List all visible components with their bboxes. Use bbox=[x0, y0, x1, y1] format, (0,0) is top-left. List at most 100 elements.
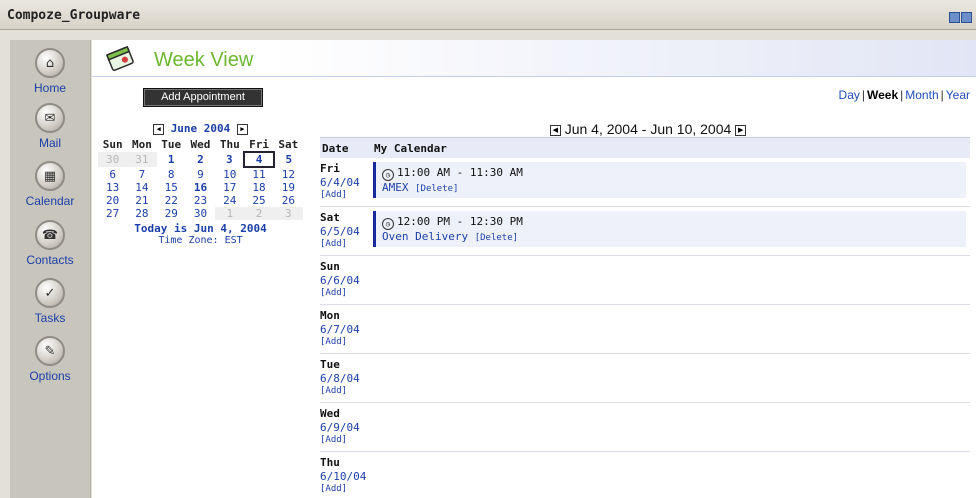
calendar-day[interactable]: 23 bbox=[186, 194, 215, 207]
weekday-header: Tue bbox=[161, 138, 182, 151]
calendar-header-icon bbox=[106, 45, 134, 71]
calendar-day[interactable]: 29 bbox=[157, 207, 186, 220]
nav-options-label: Options bbox=[29, 369, 71, 383]
calendar-day-today[interactable]: 4 bbox=[243, 151, 275, 168]
day-name: Wed bbox=[320, 407, 340, 420]
weekday-header: Sun bbox=[102, 138, 123, 151]
nav-home[interactable]: ⌂ Home bbox=[10, 48, 90, 95]
main-content: Week View Add Appointment Day | Week | Month… bbox=[92, 40, 976, 498]
prev-week-icon[interactable]: ◀ bbox=[549, 124, 561, 136]
day-date-link[interactable]: 6/4/04 bbox=[320, 176, 360, 189]
day-view-link[interactable]: Day bbox=[839, 88, 860, 102]
nav-mail[interactable]: ✉ Mail bbox=[10, 103, 90, 150]
calendar-day[interactable]: 13 bbox=[98, 181, 127, 194]
calendar-day[interactable]: 30 bbox=[98, 152, 128, 167]
calendar-day[interactable]: 21 bbox=[127, 194, 156, 207]
day-name: Thu bbox=[320, 456, 340, 469]
month-view-link[interactable]: Month bbox=[905, 88, 938, 102]
day-date-link[interactable]: 6/6/04 bbox=[320, 274, 360, 287]
calendar-day[interactable]: 2 bbox=[186, 152, 215, 167]
calendar-day[interactable]: 15 bbox=[157, 181, 186, 194]
restore-window-icon[interactable] bbox=[949, 12, 960, 23]
calendar-day[interactable]: 6 bbox=[98, 167, 127, 181]
calendar-day[interactable]: 8 bbox=[157, 167, 186, 181]
calendar-day[interactable]: 9 bbox=[186, 167, 215, 181]
add-appointment-button[interactable]: Add Appointment bbox=[143, 88, 263, 107]
calendar-day[interactable]: 7 bbox=[127, 167, 156, 181]
next-month-icon[interactable]: ▶ bbox=[236, 123, 248, 135]
nav-calendar-label: Calendar bbox=[25, 194, 75, 208]
day-row: Fri 6/4/04 [Add] ◷ 11:00 AM - 11:30 AM AM… bbox=[320, 158, 970, 207]
calendar-day[interactable]: 20 bbox=[98, 194, 127, 207]
nav-options[interactable]: ✎ Options bbox=[10, 336, 90, 383]
calendar-day[interactable]: 1 bbox=[157, 152, 186, 167]
calendar-day[interactable]: 5 bbox=[274, 152, 303, 167]
appointment-name-line: AMEX [Delete] bbox=[382, 181, 458, 194]
calendar-day[interactable]: 1 bbox=[215, 207, 245, 220]
calendar-day[interactable]: 30 bbox=[186, 207, 215, 220]
add-appointment-link[interactable]: [Add] bbox=[320, 337, 347, 347]
calendar-day[interactable]: 11 bbox=[244, 167, 273, 181]
add-appointment-link[interactable]: [Add] bbox=[320, 435, 347, 445]
calendar-day[interactable]: 14 bbox=[127, 181, 156, 194]
day-row: Mon 6/7/04 [Add] bbox=[320, 305, 970, 354]
window-controls bbox=[949, 12, 972, 23]
day-name: Fri bbox=[320, 162, 340, 175]
calendar-day[interactable]: 16 bbox=[186, 181, 215, 194]
add-appointment-link[interactable]: [Add] bbox=[320, 386, 347, 396]
prev-month-icon[interactable]: ◀ bbox=[153, 123, 165, 135]
calendar-day[interactable]: 25 bbox=[244, 194, 273, 207]
day-name: Sun bbox=[320, 260, 340, 273]
calendar-day[interactable]: 27 bbox=[98, 207, 127, 220]
left-navigation: ⌂ Home ✉ Mail ▦ Calendar ☎ Contacts ✓ Ta… bbox=[10, 40, 91, 498]
calendar-day[interactable]: 3 bbox=[215, 152, 244, 167]
weekday-header: Fri bbox=[249, 137, 269, 151]
today-link[interactable]: Today is Jun 4, 2004 bbox=[98, 222, 303, 235]
mini-calendar: ◀ June 2004 ▶ Sun Mon Tue Wed Thu Fri Sa… bbox=[98, 121, 303, 246]
day-row: Tue 6/8/04 [Add] bbox=[320, 354, 970, 403]
calendar-day[interactable]: 24 bbox=[215, 194, 244, 207]
appointment-entry[interactable]: ◷ 11:00 AM - 11:30 AM AMEX [Delete] bbox=[373, 162, 966, 198]
calendar-day[interactable]: 26 bbox=[274, 194, 303, 207]
calendar-day[interactable]: 18 bbox=[244, 181, 273, 194]
calendar-day[interactable]: 3 bbox=[273, 207, 303, 220]
next-week-icon[interactable]: ▶ bbox=[735, 124, 747, 136]
day-date-link[interactable]: 6/5/04 bbox=[320, 225, 360, 238]
nav-mail-label: Mail bbox=[38, 136, 61, 150]
calendar-day[interactable]: 2 bbox=[244, 207, 274, 220]
calendar-day[interactable]: 31 bbox=[127, 152, 157, 167]
day-row: Wed 6/9/04 [Add] bbox=[320, 403, 970, 452]
week-view-link[interactable]: Week bbox=[867, 88, 898, 102]
day-date-link[interactable]: 6/10/04 bbox=[320, 470, 366, 483]
appointment-name-link[interactable]: Oven Delivery bbox=[382, 230, 468, 243]
day-date-link[interactable]: 6/9/04 bbox=[320, 421, 360, 434]
appointment-entry[interactable]: ◷ 12:00 PM - 12:30 PM Oven Delivery [Dele… bbox=[373, 211, 966, 247]
view-separator: | bbox=[861, 88, 865, 102]
add-appointment-link[interactable]: [Add] bbox=[320, 484, 347, 494]
add-appointment-link[interactable]: [Add] bbox=[320, 288, 347, 298]
add-appointment-link[interactable]: [Add] bbox=[320, 239, 347, 249]
appointment-name-link[interactable]: AMEX bbox=[382, 181, 409, 194]
nav-contacts[interactable]: ☎ Contacts bbox=[10, 220, 90, 267]
appointment-time-text: 12:00 PM - 12:30 PM bbox=[397, 215, 523, 228]
calendar-day[interactable]: 19 bbox=[274, 181, 303, 194]
add-appointment-link[interactable]: [Add] bbox=[320, 190, 347, 200]
nav-calendar[interactable]: ▦ Calendar bbox=[10, 161, 90, 208]
calendar-day[interactable]: 12 bbox=[274, 167, 303, 181]
year-view-link[interactable]: Year bbox=[946, 88, 970, 102]
nav-tasks[interactable]: ✓ Tasks bbox=[10, 278, 90, 325]
day-row: Sun 6/6/04 [Add] bbox=[320, 256, 970, 305]
mail-icon: ✉ bbox=[35, 103, 65, 133]
delete-appointment-link[interactable]: [Delete] bbox=[415, 184, 458, 194]
delete-appointment-link[interactable]: [Delete] bbox=[475, 233, 518, 243]
calendar-day[interactable]: 10 bbox=[215, 167, 244, 181]
page-title: Week View bbox=[154, 49, 254, 71]
calendar-day[interactable]: 17 bbox=[215, 181, 244, 194]
day-date-link[interactable]: 6/7/04 bbox=[320, 323, 360, 336]
mini-calendar-month[interactable]: June 2004 bbox=[171, 122, 231, 135]
calendar-day[interactable]: 22 bbox=[157, 194, 186, 207]
maximize-window-icon[interactable] bbox=[961, 12, 972, 23]
calendar-day[interactable]: 28 bbox=[127, 207, 156, 220]
day-date-link[interactable]: 6/8/04 bbox=[320, 372, 360, 385]
week-range-label: Jun 4, 2004 - Jun 10, 2004 bbox=[564, 121, 732, 137]
